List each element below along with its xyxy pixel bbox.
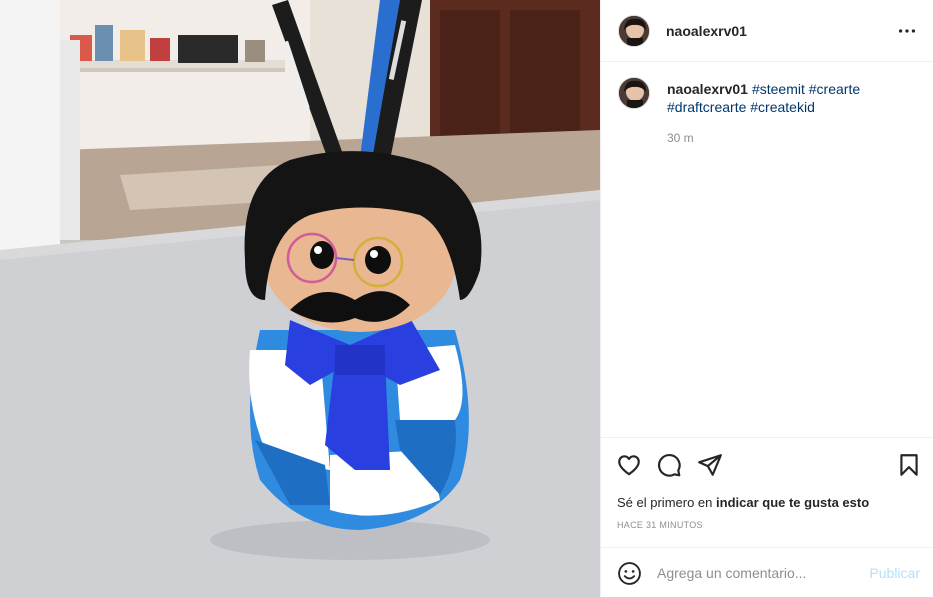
heart-icon[interactable] — [616, 452, 642, 478]
comment-box: Publicar — [601, 547, 933, 597]
post-photo[interactable] — [0, 0, 600, 597]
comment-icon[interactable] — [656, 452, 682, 478]
caption-avatar[interactable] — [618, 77, 650, 109]
comment-input[interactable] — [657, 562, 857, 584]
hashtag-link[interactable]: #createkid — [750, 99, 815, 115]
hashtag-link[interactable]: #steemit — [752, 81, 805, 97]
caption-username[interactable]: naoalexrv01 — [667, 81, 748, 97]
posted-timestamp: HACE 31 MINUTOS — [617, 520, 703, 530]
emoji-icon[interactable] — [617, 561, 642, 586]
share-icon[interactable] — [697, 452, 723, 478]
hashtag-link[interactable]: #draftcrearte — [667, 99, 746, 115]
avatar[interactable] — [618, 15, 650, 47]
post-side-panel: naoalexrv01 naoalexrv01 #steemit #crearte… — [600, 0, 933, 597]
publish-button[interactable]: Publicar — [869, 565, 920, 581]
hashtag-link[interactable]: #crearte — [809, 81, 860, 97]
likes-prefix: Sé el primero en — [617, 495, 713, 510]
post-header: naoalexrv01 — [601, 0, 933, 62]
more-horizontal-icon[interactable] — [896, 20, 918, 42]
caption-area: naoalexrv01 #steemit #crearte #draftcrear… — [601, 62, 933, 438]
avatar-image — [619, 16, 649, 46]
caption-time: 30 m — [667, 131, 694, 145]
bookmark-icon[interactable] — [896, 452, 922, 478]
post-modal: naoalexrv01 naoalexrv01 #steemit #crearte… — [0, 0, 933, 597]
caption-text: naoalexrv01 #steemit #crearte #draftcrear… — [667, 80, 917, 116]
header-username[interactable]: naoalexrv01 — [666, 23, 747, 39]
likes-text: Sé el primero en indicar que te gusta es… — [617, 495, 869, 510]
action-bar: Sé el primero en indicar que te gusta es… — [601, 437, 933, 547]
photo-illustration — [0, 0, 600, 597]
like-this-link[interactable]: indicar que te gusta esto — [716, 495, 869, 510]
avatar-image — [619, 78, 649, 108]
